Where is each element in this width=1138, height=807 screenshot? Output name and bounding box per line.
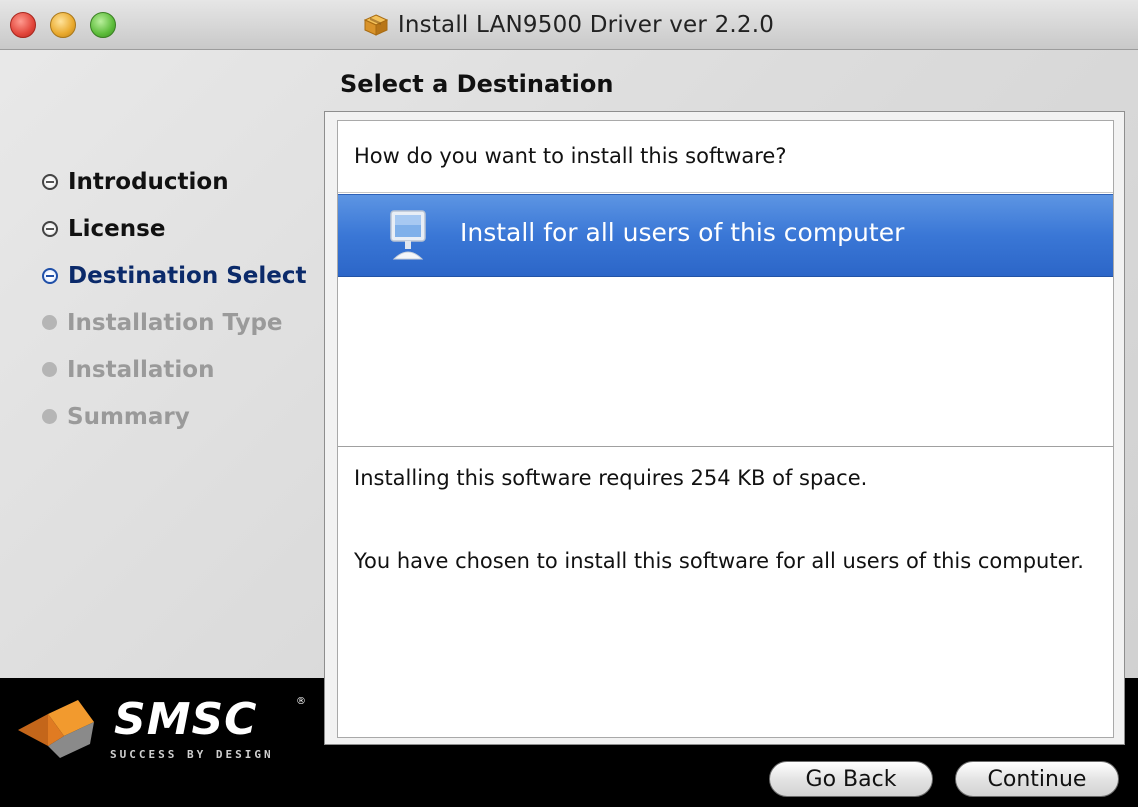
step-installation: Installation <box>42 346 322 393</box>
step-active-bullet-icon <box>42 267 58 284</box>
step-done-bullet-icon <box>42 220 58 237</box>
option-label: Install for all users of this computer <box>460 218 905 247</box>
step-summary: Summary <box>42 393 322 440</box>
content-panel: How do you want to install this software… <box>324 111 1125 745</box>
logo-tagline: SUCCESS BY DESIGN <box>110 748 274 761</box>
step-label: License <box>68 215 166 242</box>
step-pending-bullet-icon <box>42 409 57 424</box>
title-bar[interactable]: Install LAN9500 Driver ver 2.2.0 <box>0 0 1138 50</box>
space-required-text: Installing this software requires 254 KB… <box>354 466 868 490</box>
step-pending-bullet-icon <box>42 315 57 330</box>
install-question: How do you want to install this software… <box>354 144 787 168</box>
page-title: Select a Destination <box>340 70 614 98</box>
content-inner: How do you want to install this software… <box>337 120 1114 738</box>
title-wrap: Install LAN9500 Driver ver 2.2.0 <box>0 0 1138 50</box>
registered-mark: ® <box>296 696 306 707</box>
step-license: License <box>42 205 322 252</box>
option-install-all-users[interactable]: Install for all users of this computer <box>338 194 1113 277</box>
step-label: Summary <box>67 403 190 430</box>
divider <box>338 446 1113 447</box>
logo-wordmark: SMSC <box>114 694 258 745</box>
step-label: Installation Type <box>67 309 283 336</box>
step-pending-bullet-icon <box>42 362 57 377</box>
step-label: Installation <box>67 356 215 383</box>
smsc-logo-icon <box>18 700 94 758</box>
step-destination-select: Destination Select <box>42 252 322 299</box>
step-installation-type: Installation Type <box>42 299 322 346</box>
step-introduction: Introduction <box>42 158 322 205</box>
continue-button[interactable]: Continue <box>955 761 1119 797</box>
step-label: Destination Select <box>68 262 307 289</box>
window-title: Install LAN9500 Driver ver 2.2.0 <box>397 12 775 38</box>
divider <box>338 192 1113 193</box>
go-back-button[interactable]: Go Back <box>769 761 933 797</box>
smsc-logo: SMSC ® SUCCESS BY DESIGN <box>14 690 314 770</box>
installer-window: Install LAN9500 Driver ver 2.2.0 Select … <box>0 0 1138 807</box>
package-icon <box>363 14 388 36</box>
computer-icon <box>390 210 426 260</box>
choice-summary-text: You have chosen to install this software… <box>354 549 1084 573</box>
step-label: Introduction <box>68 168 229 195</box>
installer-steps: Introduction License Destination Select … <box>42 158 322 440</box>
step-done-bullet-icon <box>42 173 58 190</box>
